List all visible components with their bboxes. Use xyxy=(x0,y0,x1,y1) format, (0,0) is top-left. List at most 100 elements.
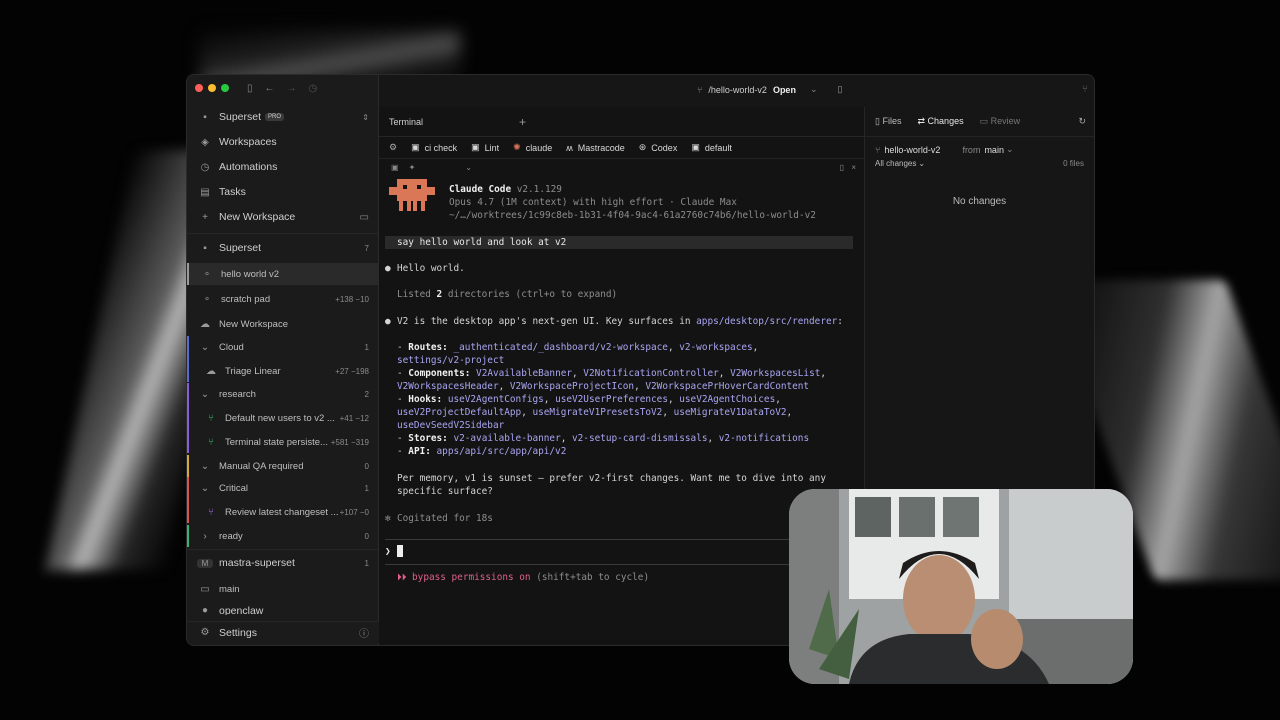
app-version: v2.1.129 xyxy=(516,184,562,195)
branch-name: hello-world-v2 xyxy=(884,144,941,155)
tab-review[interactable]: ▭ Review xyxy=(980,116,1021,127)
section-manual-qa[interactable]: ⌄ Manual QA required 0 xyxy=(187,455,379,477)
preset-lint[interactable]: ▣ Lint xyxy=(471,142,499,153)
new-tab-icon[interactable]: + xyxy=(519,115,526,129)
code-ref: useMigrateV1DataToV2 xyxy=(673,407,787,418)
close-window-button[interactable] xyxy=(195,84,203,92)
code-path: apps/desktop/src/renderer xyxy=(696,316,838,327)
workspace-item[interactable]: ∘ scratch pad +138 −10 xyxy=(187,288,379,310)
base-branch-select[interactable]: main xyxy=(984,145,1004,155)
settings-row[interactable]: ⚙ Settings ⓘ xyxy=(187,621,379,643)
v2-intro-line: V2 is the desktop app's next-gen UI. Key… xyxy=(397,315,843,328)
layers-icon: ◈ xyxy=(201,136,209,148)
api-line: - API: apps/api/src/app/api/v2 xyxy=(397,446,567,457)
permission-hint: (shift+tab to cycle) xyxy=(530,572,650,583)
workspace-item[interactable]: ⑂ Terminal state persiste... +581 −319 xyxy=(187,431,379,453)
git-icon[interactable]: ⑂ xyxy=(1082,84,1088,95)
chevron-down-icon[interactable]: ⌄ xyxy=(465,163,472,172)
changes-filter-select[interactable]: All changes xyxy=(875,159,916,168)
text: : xyxy=(837,316,843,327)
open-button[interactable]: Open xyxy=(773,85,796,95)
nav-automations[interactable]: ◷ Automations xyxy=(187,156,379,178)
text-cursor[interactable] xyxy=(397,545,403,557)
preset-codex[interactable]: ⊛ Codex xyxy=(639,142,678,153)
org-switcher[interactable]: ▪ Superset PRO ⇕ xyxy=(187,106,379,128)
chevron-right-icon: › xyxy=(203,530,207,542)
folder-plus-icon[interactable]: ▭ xyxy=(360,212,369,223)
list-label: Routes: xyxy=(408,342,448,353)
preset-label: Lint xyxy=(484,142,500,153)
branch-icon: ⑂ xyxy=(697,84,703,95)
preset-mastracode[interactable]: ʍ Mastracode xyxy=(566,143,625,153)
preset-claude[interactable]: ✺ claude xyxy=(513,142,552,153)
workspace-item[interactable]: ☁ New Workspace xyxy=(187,313,379,335)
workspace-item[interactable]: ▭ main xyxy=(187,578,379,600)
code-ref: _authenticated/_dashboard/v2-workspace xyxy=(453,342,668,353)
project-group-mastra[interactable]: M mastra-superset 1 xyxy=(187,552,379,574)
forward-arrow-icon[interactable]: → xyxy=(287,83,297,94)
code-ref: useDevSeedV2Sidebar xyxy=(397,420,505,431)
section-ready[interactable]: › ready 0 xyxy=(187,525,379,547)
code-ref: V2WorkspacesHeader xyxy=(397,381,499,392)
code-ref: useV2UserPreferences xyxy=(555,394,668,405)
project-count: 1 xyxy=(364,558,369,568)
workspace-item[interactable]: ⑂ Review latest changeset ... +107 −0 xyxy=(187,501,379,523)
permission-mode[interactable]: ⏵⏵ bypass permissions on (shift+tab to c… xyxy=(397,571,649,584)
preset-ci-check[interactable]: ▣ ci check xyxy=(411,142,457,153)
section-research[interactable]: ⌄ research 2 xyxy=(187,383,379,453)
workspace-item[interactable]: ⑂ Default new users to v2 ... +41 −12 xyxy=(187,407,379,429)
tool-summary: Listed 2 directories (ctrl+o to expand) xyxy=(397,288,617,301)
chevron-down-icon[interactable]: ⌄ xyxy=(918,159,925,168)
section-count: 0 xyxy=(364,531,369,541)
nav-new-workspace[interactable]: + New Workspace ▭ xyxy=(187,206,379,228)
project-group-superset[interactable]: ▪ Superset 7 xyxy=(187,237,379,259)
sidebar-toggle-icon[interactable]: ▯ xyxy=(247,83,253,94)
claude-icon: ✺ xyxy=(513,142,521,152)
panel-toggle-icon[interactable]: ▯ xyxy=(838,84,843,95)
nav-workspaces[interactable]: ◈ Workspaces xyxy=(187,131,379,153)
from-label: from xyxy=(962,144,981,155)
monitor-icon: ▭ xyxy=(200,583,210,595)
gear-icon[interactable]: ⚙ xyxy=(389,142,397,153)
preset-default[interactable]: ▣ default xyxy=(691,142,732,153)
project-group-openclaw[interactable]: ● openclaw xyxy=(187,605,379,615)
split-pane-icon[interactable]: ▯ xyxy=(840,163,844,172)
close-pane-icon[interactable]: × xyxy=(851,163,856,172)
file-count: 0 files xyxy=(1063,159,1084,168)
assistant-reply: Hello world. xyxy=(397,263,465,274)
zoom-window-button[interactable] xyxy=(221,84,229,92)
model-info: Opus 4.7 (1M context) with high effort ·… xyxy=(449,197,737,208)
section-critical[interactable]: ⌄ Critical 1 xyxy=(187,477,379,523)
app-name: Claude Code xyxy=(449,184,512,195)
refresh-icon[interactable]: ↻ xyxy=(1078,116,1086,127)
workspace-item[interactable]: ∘ hello world v2 xyxy=(187,263,379,285)
back-arrow-icon[interactable]: ← xyxy=(265,83,275,94)
minimize-window-button[interactable] xyxy=(208,84,216,92)
nav-tasks[interactable]: ▤ Tasks xyxy=(187,181,379,203)
list-label: Hooks: xyxy=(408,394,443,405)
workspace-item[interactable]: ☁ Triage Linear +27 −198 xyxy=(187,360,379,382)
history-icon[interactable]: ◷ xyxy=(309,83,318,94)
merged-pull-request-icon: ⑂ xyxy=(208,506,214,518)
chevron-down-icon[interactable]: ⌄ xyxy=(810,84,818,95)
pane-header: ▣ ✦ ⌄ ▯ × xyxy=(379,159,864,175)
components-line: - Components: V2AvailableBanner, V2Notif… xyxy=(397,368,827,379)
chevron-down-icon[interactable]: ⌄ xyxy=(1006,144,1014,155)
tab-changes[interactable]: ⇄ Changes xyxy=(917,116,963,127)
help-icon[interactable]: ⓘ xyxy=(359,625,369,640)
branch-name: /hello-world-v2 xyxy=(708,84,767,95)
project-name: Superset xyxy=(219,242,262,254)
pull-request-icon: ⑂ xyxy=(208,412,214,424)
nav-label: Workspaces xyxy=(219,136,277,148)
tab-terminal[interactable]: Terminal xyxy=(389,117,423,127)
plus-icon: + xyxy=(202,211,208,223)
section-cloud[interactable]: ⌄ Cloud 1 xyxy=(187,336,379,382)
workspace-label: Default new users to v2 ... xyxy=(225,412,335,424)
nav-label: Tasks xyxy=(219,186,246,198)
routes-line: - Routes: _authenticated/_dashboard/v2-w… xyxy=(397,342,759,353)
preset-label: ci check xyxy=(424,142,458,153)
tab-files[interactable]: ▯ Files xyxy=(875,116,901,127)
code-ref: V2WorkspacesList xyxy=(730,368,821,379)
workspace-open-pill[interactable]: ⑂ /hello-world-v2 Open ⌄ ▯ xyxy=(697,84,842,95)
divider xyxy=(187,233,378,234)
